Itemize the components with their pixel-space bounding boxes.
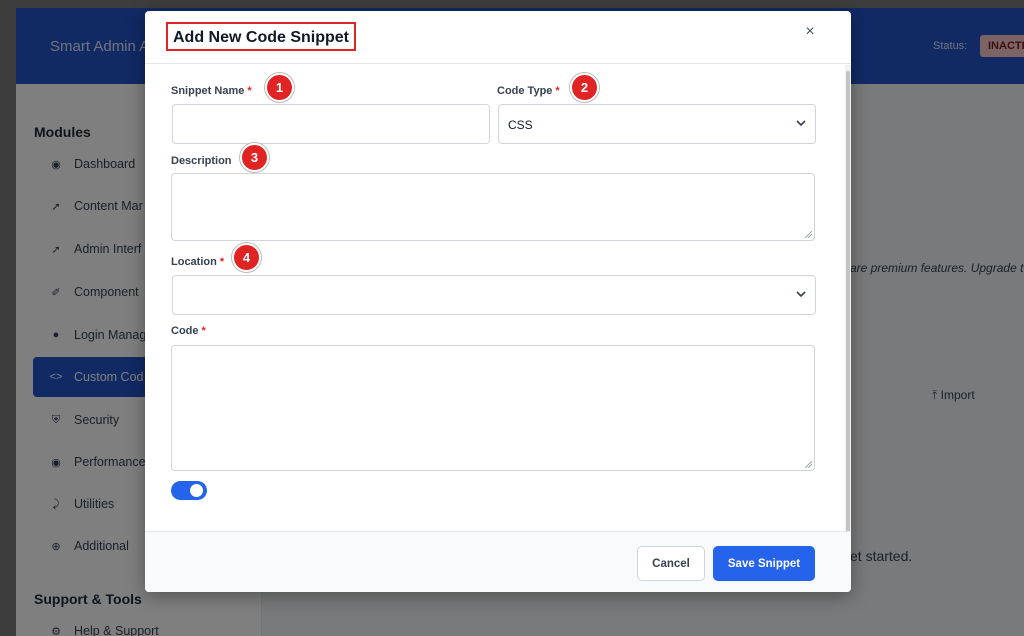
modal-footer: Cancel Save Snippet <box>145 531 851 592</box>
chevron-down-icon <box>796 120 806 127</box>
required-mark: * <box>219 256 225 268</box>
add-snippet-modal: Add New Code Snippet × Snippet Name * 1 C… <box>145 11 851 592</box>
code-type-value: CSS <box>508 118 533 132</box>
resize-handle-icon[interactable] <box>805 461 812 468</box>
toggle-knob <box>190 484 203 497</box>
modal-header: Add New Code Snippet × <box>145 11 851 64</box>
required-mark: * <box>247 85 252 97</box>
cancel-button[interactable]: Cancel <box>637 546 705 581</box>
annotation-marker-1: 1 <box>265 73 294 102</box>
code-type-select[interactable]: CSS <box>498 104 816 144</box>
modal-title: Add New Code Snippet <box>166 22 356 51</box>
location-select[interactable] <box>172 275 816 315</box>
description-label: Description <box>171 155 232 167</box>
required-mark: * <box>555 85 560 97</box>
annotation-marker-2: 2 <box>570 73 599 102</box>
resize-handle-icon[interactable] <box>805 231 812 238</box>
chevron-down-icon <box>796 291 806 298</box>
location-label: Location * <box>171 256 225 268</box>
active-toggle[interactable] <box>171 481 207 500</box>
annotation-marker-4: 4 <box>232 243 261 272</box>
snippet-name-label: Snippet Name * <box>171 85 252 97</box>
scrollbar-thumb[interactable] <box>846 71 850 591</box>
description-textarea[interactable] <box>171 173 815 241</box>
close-icon[interactable]: × <box>801 23 819 41</box>
annotation-marker-3: 3 <box>240 143 269 172</box>
code-editor-textarea[interactable] <box>171 345 815 471</box>
code-type-label: Code Type * <box>497 85 560 97</box>
required-mark: * <box>201 325 206 337</box>
snippet-name-input[interactable] <box>172 104 490 144</box>
code-label: Code * <box>171 325 206 337</box>
save-snippet-button[interactable]: Save Snippet <box>713 546 815 581</box>
